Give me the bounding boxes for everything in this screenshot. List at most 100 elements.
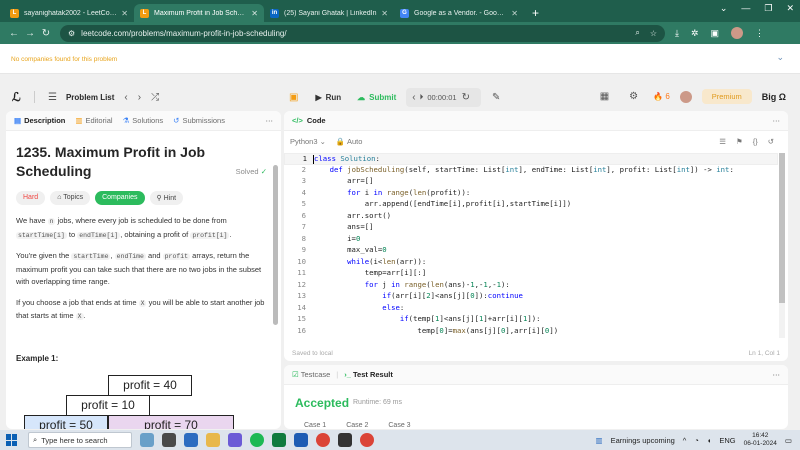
reset-timer-icon[interactable]: ↻	[462, 92, 470, 103]
code-line: 6 arr.sort()	[284, 211, 778, 223]
more-icon[interactable]: ⋯	[266, 116, 274, 125]
new-tab-button[interactable]: +	[524, 4, 547, 22]
reload-icon[interactable]: ↻	[38, 28, 54, 39]
settings-gear-icon[interactable]: ⚙	[629, 91, 638, 102]
hint-chip[interactable]: ⚲ Hint	[149, 191, 184, 205]
tab-editorial[interactable]: ▥ Editorial	[75, 116, 112, 125]
debug-icon[interactable]: ▣	[289, 92, 298, 103]
taskbar-search[interactable]: ⌕ Type here to search	[28, 432, 132, 448]
tab-testcase[interactable]: ☑ Testcase	[292, 370, 330, 379]
format-icon[interactable]: ☰	[719, 137, 726, 146]
tab-submissions[interactable]: ↺ Submissions	[173, 116, 225, 125]
big-o-logo[interactable]: Big Ω	[762, 92, 786, 102]
editor-scrollbar[interactable]	[779, 153, 785, 338]
code-editor[interactable]: 1 class Solution: 2 def jobScheduling(sel…	[284, 153, 778, 338]
terminal-app-icon[interactable]	[338, 433, 352, 447]
chevron-up-icon[interactable]: ^	[683, 436, 687, 445]
layout-grid-icon[interactable]: ▦	[600, 91, 609, 102]
close-window-icon[interactable]: ✕	[786, 3, 794, 14]
task-view-icon[interactable]	[162, 433, 176, 447]
excel-icon[interactable]	[272, 433, 286, 447]
browser-tab-active[interactable]: L Maximum Profit in Job Schedul ✕	[134, 4, 264, 22]
sidebar-icon[interactable]: ▣	[711, 28, 720, 39]
window-controls: ⌄ — ❐ ✕	[720, 3, 794, 14]
line-number: 8	[301, 233, 306, 243]
spotify-icon[interactable]	[250, 433, 264, 447]
clock[interactable]: 16:42 06-01-2024	[744, 432, 777, 448]
news-widget-text[interactable]: Earnings upcoming	[611, 436, 675, 445]
chrome-profile-icon[interactable]	[360, 433, 374, 447]
language-select[interactable]: Python3 ⌄	[290, 137, 326, 146]
zoom-icon[interactable]: ⌕	[635, 28, 639, 38]
list-icon[interactable]: ☰	[48, 92, 57, 103]
problem-list-link[interactable]: Problem List	[66, 93, 114, 102]
tab-description[interactable]: ▤ Description	[14, 116, 65, 125]
reset-code-icon[interactable]: ↺	[768, 137, 774, 146]
media-icon[interactable]	[184, 433, 198, 447]
submit-button[interactable]: ☁ Submit	[353, 93, 400, 102]
close-icon[interactable]: ✕	[251, 9, 258, 18]
case-tab-2[interactable]: Case 2	[346, 422, 368, 429]
file-explorer-icon[interactable]	[206, 433, 220, 447]
scrollbar[interactable]	[273, 165, 278, 325]
browser-tab[interactable]: G Google as a Vendor. - Google S ✕	[394, 4, 524, 22]
code-line: 7 ans=[]	[284, 222, 778, 234]
back-arrow-icon[interactable]: ←	[6, 28, 22, 39]
tab-test-result[interactable]: ›_ Test Result	[344, 370, 393, 379]
leetcode-logo-icon[interactable]: ℒ	[12, 90, 26, 104]
prev-problem-icon[interactable]: ‹	[124, 92, 127, 103]
volume-icon[interactable]: ◖	[707, 436, 712, 445]
wifi-icon[interactable]: ◔	[694, 436, 699, 445]
restore-icon[interactable]: ❐	[764, 3, 772, 14]
close-icon[interactable]: ✕	[121, 9, 128, 18]
profile-avatar[interactable]	[731, 27, 744, 39]
cursor-position: Ln 1, Col 1	[748, 350, 780, 357]
bookmark-icon[interactable]: ⚑	[736, 137, 743, 146]
scrollbar-thumb[interactable]	[779, 153, 785, 303]
more-icon[interactable]: ⋯	[773, 116, 781, 125]
minimize-icon[interactable]: —	[741, 3, 750, 14]
case-tab-3[interactable]: Case 3	[388, 422, 410, 429]
chrome-icon[interactable]	[316, 433, 330, 447]
timer[interactable]: ⏵ 00:00:01	[420, 92, 457, 102]
url-field[interactable]: ⚙ leetcode.com/problems/maximum-profit-i…	[60, 24, 665, 42]
streak-counter[interactable]: 🔥 6	[653, 92, 670, 101]
notifications-icon[interactable]: ▭	[785, 436, 792, 445]
premium-button[interactable]: Premium	[701, 89, 752, 104]
browser-tab[interactable]: in (25) Sayani Ghatak | LinkedIn ✕	[264, 4, 394, 22]
stocks-icon[interactable]: ▥	[595, 436, 602, 445]
chip-label: Topics	[63, 194, 84, 201]
next-problem-icon[interactable]: ›	[138, 92, 141, 103]
weather-icon[interactable]	[140, 433, 154, 447]
shuffle-icon[interactable]: ⤮	[151, 92, 159, 103]
companies-chip[interactable]: Companies	[95, 191, 145, 205]
save-status: Saved to local	[292, 350, 333, 357]
download-icon[interactable]: ⤓	[675, 28, 679, 39]
language-indicator[interactable]: ENG	[719, 436, 735, 445]
forward-arrow-icon[interactable]: →	[22, 28, 38, 39]
extensions-icon[interactable]: ✲	[691, 28, 699, 39]
user-avatar[interactable]	[679, 90, 692, 103]
topics-chip[interactable]: ⌂ Topics	[50, 191, 91, 205]
bookmark-star-icon[interactable]: ☆	[650, 29, 657, 38]
menu-kebab-icon[interactable]: ⋮	[755, 28, 764, 39]
run-button[interactable]: ▶ Run	[309, 93, 347, 102]
teams-icon[interactable]	[228, 433, 242, 447]
chevron-left-icon[interactable]: ‹	[412, 92, 415, 103]
braces-icon[interactable]: {}	[753, 137, 758, 146]
close-icon[interactable]: ✕	[511, 9, 518, 18]
notes-icon[interactable]: ✎	[492, 92, 500, 103]
auto-mode-toggle[interactable]: 🔒 Auto	[336, 137, 362, 146]
word-icon[interactable]	[294, 433, 308, 447]
site-info-icon[interactable]: ⚙	[68, 29, 75, 38]
chevron-down-icon[interactable]: ⌄	[776, 52, 784, 63]
code-line: 2 def jobScheduling(self, startTime: Lis…	[284, 165, 778, 177]
browser-tab[interactable]: L sayanighatak2002 - LeetCode F ✕	[4, 4, 134, 22]
chevron-down-icon[interactable]: ⌄	[720, 3, 728, 14]
close-icon[interactable]: ✕	[381, 9, 388, 18]
more-icon[interactable]: ⋯	[773, 370, 781, 379]
tab-solutions[interactable]: ⚗ Solutions	[123, 116, 164, 125]
windows-start-icon[interactable]	[6, 434, 18, 446]
problem-body: 1235. Maximum Profit in Job Scheduling S…	[6, 131, 281, 429]
case-tab-1[interactable]: Case 1	[304, 422, 326, 429]
